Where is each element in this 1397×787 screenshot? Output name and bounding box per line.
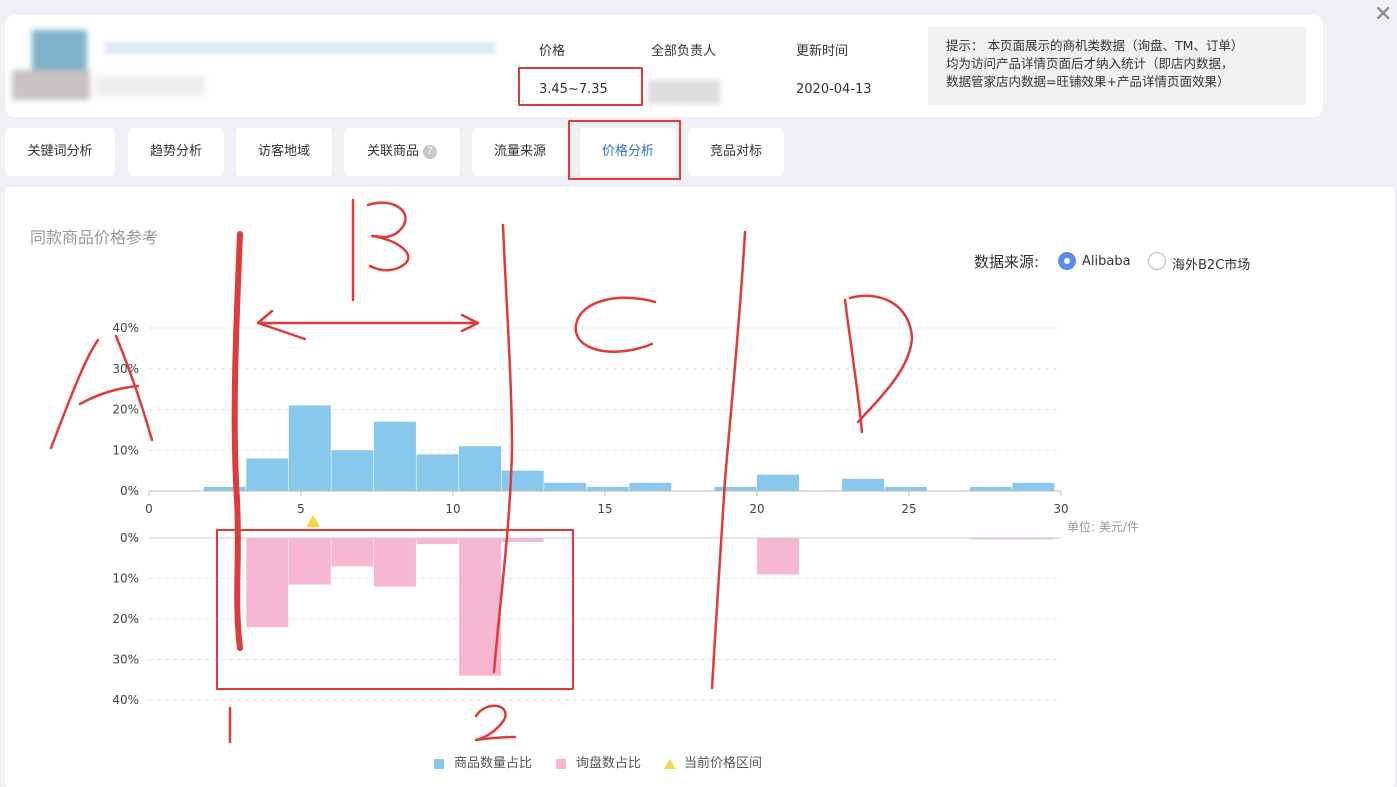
bar-inquiry-count [757,538,799,575]
y-tick-label-bottom: 10% [112,572,139,586]
bar-product-count [246,458,289,491]
bar-inquiry-count [288,538,331,585]
bar-inquiry-count [501,538,544,543]
y-tick-label-bottom: 40% [112,693,139,707]
bar-inquiry-count [331,538,374,567]
bar-product-count [459,446,502,491]
x-tick-label: 10 [445,502,460,516]
bar-product-count [501,470,544,491]
bar-product-count [203,486,246,491]
legend-swatch-blue [434,758,444,769]
bar-product-count [842,478,885,491]
y-tick-label-bottom: 0% [120,531,139,545]
legend-item-inquiry-count: 询盘数占比 [556,752,641,771]
x-tick-label: 20 [749,502,764,516]
current-price-marker [306,515,321,527]
y-tick-label-top: 40% [112,321,139,335]
legend-triangle-icon [664,758,676,769]
bar-product-count [884,486,927,491]
bar-product-count [416,454,459,491]
bar-product-count [544,482,587,491]
price-histogram-chart: 0% 10% 20% 30% 40% 0% 10% 20% 30% 40% 0 5 10 15 20 25 30… [112,321,1139,707]
x-tick-label: 30 [1053,502,1068,516]
x-tick-label: 5 [297,502,305,516]
x-tick-label: 25 [901,502,916,516]
x-tick-label: 15 [597,502,612,516]
unit-label: 单位: 美元/件 [1067,519,1139,534]
y-tick-label-bottom: 30% [112,653,139,667]
bar-inquiry-count [373,538,416,587]
legend-item-product-count: 商品数量占比 [434,752,532,771]
bar-product-count [629,482,672,491]
bar-product-count [1012,482,1055,491]
bar-inquiry-count [459,538,502,676]
bar-inquiry-count [416,538,459,545]
bar-product-count [331,450,374,491]
bar-product-count [757,474,799,491]
bar-product-count [288,405,331,491]
bar-product-count [373,421,416,491]
x-tick-label: 0 [145,502,153,516]
y-tick-label-top: 0% [120,484,139,498]
legend-item-current-price: 当前价格区间 [664,752,762,771]
y-tick-label-top: 10% [112,443,139,457]
y-tick-label-top: 20% [112,403,139,417]
legend-swatch-pink [556,758,566,769]
bar-inquiry-count [246,538,289,628]
bar-product-count [586,486,629,491]
y-tick-label-bottom: 20% [112,612,139,626]
bar-product-count [714,486,757,491]
y-tick-label-top: 30% [112,362,139,376]
bar-product-count [969,486,1012,491]
